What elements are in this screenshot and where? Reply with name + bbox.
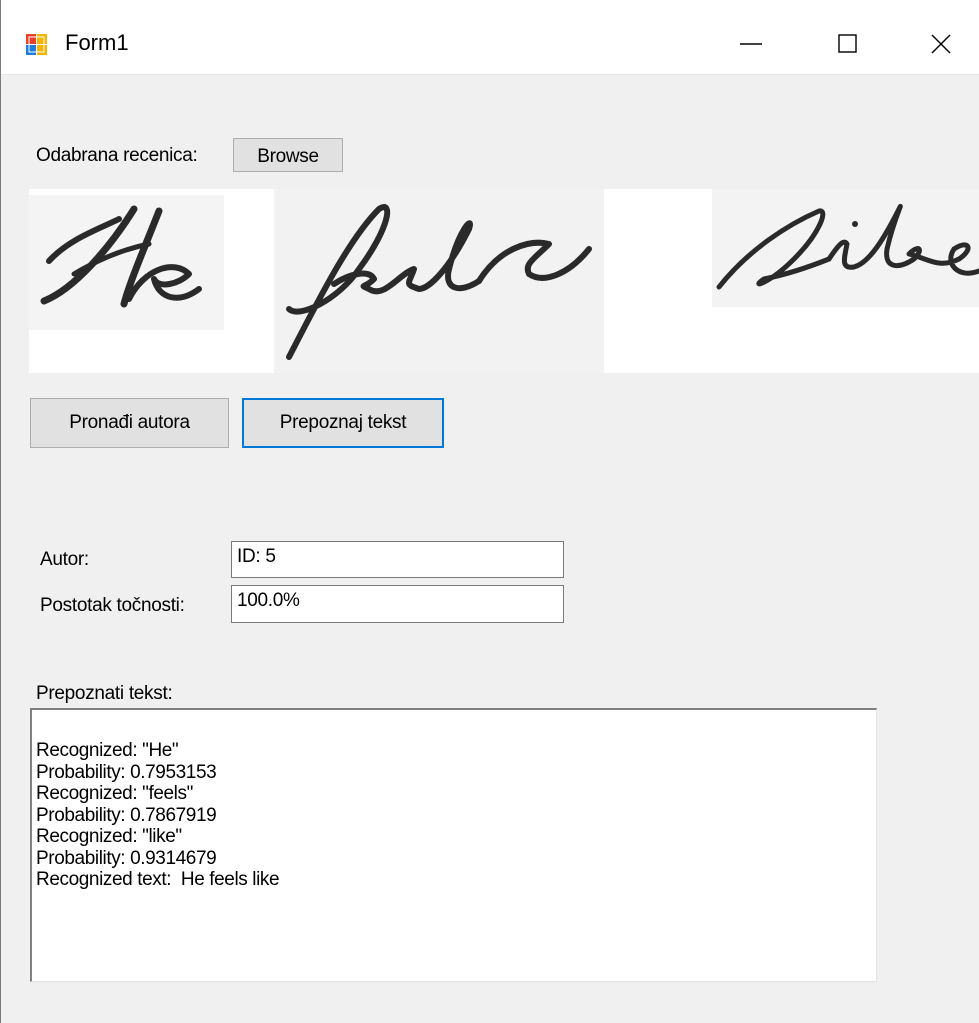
- selected-sentence-label: Odabrana recenica:: [36, 145, 198, 166]
- output-line: Recognized text: He feels like: [36, 869, 280, 890]
- output-line: Probability: 0.7953153: [36, 761, 217, 783]
- output-line: Probability: 0.7867919: [36, 804, 217, 826]
- maximize-icon: [838, 34, 857, 53]
- winforms-app-icon: [26, 34, 48, 56]
- handwritten-words-image: [29, 189, 979, 373]
- title-bar[interactable]: Form1: [1, 0, 979, 75]
- output-line: Recognized: "like": [36, 826, 182, 847]
- close-icon: [931, 34, 951, 54]
- accuracy-label: Postotak točnosti:: [40, 595, 185, 616]
- maximize-button[interactable]: [818, 14, 878, 74]
- accuracy-field[interactable]: 100.0%: [231, 585, 564, 623]
- browse-button[interactable]: Browse: [233, 138, 343, 172]
- minimize-icon: [740, 43, 762, 45]
- author-label: Autor:: [40, 549, 89, 570]
- minimize-button[interactable]: [721, 14, 781, 74]
- find-author-button[interactable]: Pronađi autora: [30, 398, 229, 448]
- output-line: Probability: 0.9314679: [36, 847, 217, 869]
- author-field[interactable]: ID: 5: [231, 541, 564, 578]
- recognize-text-button[interactable]: Prepoznaj tekst: [242, 398, 444, 448]
- recognized-text-output[interactable]: Recognized: "He" Probability: 0.7953153 …: [30, 708, 877, 982]
- recognized-text-label: Prepoznati tekst:: [36, 683, 173, 704]
- handwriting-image: [29, 189, 979, 373]
- output-line: Recognized: "He": [36, 740, 179, 761]
- close-button[interactable]: [911, 14, 971, 74]
- window-title: Form1: [65, 30, 129, 55]
- output-line: Recognized: "feels": [36, 783, 193, 804]
- form1-window: Form1 Odabrana recenica: Browse Pronađi …: [0, 0, 979, 1023]
